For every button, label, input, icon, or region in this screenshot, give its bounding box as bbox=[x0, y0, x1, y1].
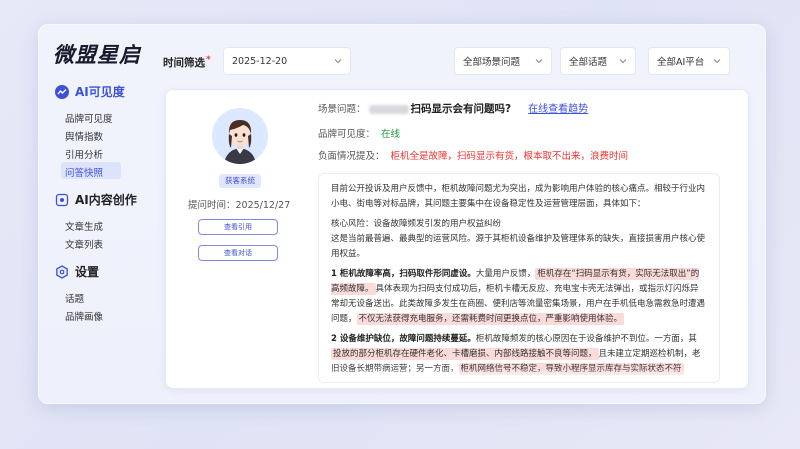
settings-icon bbox=[55, 264, 69, 279]
topic-select[interactable]: 全部话题 bbox=[560, 47, 636, 75]
point-text: 柜机故障频发的核心原因在于设备维护不到位。一方面，其 bbox=[475, 334, 697, 344]
date-picker[interactable]: 2025-12-20 bbox=[223, 47, 351, 75]
trend-icon bbox=[55, 84, 69, 99]
sidebar-section-settings[interactable]: 设置 bbox=[55, 263, 155, 280]
scene-question-text: 扫码显示会有问题吗? bbox=[410, 103, 512, 115]
brand-visibility-label: 品牌可见度： bbox=[318, 129, 376, 140]
report-core-risk: 核心风险：设备故障频发引发的用户权益纠纷 这是当前最普遍、最典型的运营风险。源于… bbox=[331, 217, 707, 262]
sidebar-item-sentiment-index[interactable]: 舆情指数 bbox=[61, 126, 155, 143]
scene-question-label: 场景问题： bbox=[318, 104, 366, 115]
report-intro: 目前公开投诉及用户反馈中，柜机故障问题尤为突出，成为影响用户体验的核心痛点。相较… bbox=[331, 184, 706, 209]
avatar bbox=[212, 108, 268, 164]
sidebar-item-topics[interactable]: 话题 bbox=[61, 288, 155, 305]
view-trend-link[interactable]: 在线查看趋势 bbox=[528, 104, 588, 115]
negative-mention-row: 负面情况提及： 柜机全是故障，扫码显示有货，根本取不出来，浪费时间 bbox=[318, 148, 628, 162]
platform-value: 全部AI平台 bbox=[657, 57, 705, 68]
point-text: 大量用户反馈， bbox=[475, 269, 536, 279]
app-logo: 微盟星启 bbox=[53, 43, 141, 67]
view-dialog-button[interactable]: 查看对话 bbox=[198, 245, 278, 261]
ai-create-icon bbox=[55, 193, 69, 207]
time-filter-label: 时间筛选* bbox=[163, 55, 211, 69]
point-title: 2 设备维护缺位，故障问题持续蔓延。 bbox=[331, 334, 476, 344]
platform-select[interactable]: 全部AI平台 bbox=[648, 47, 730, 75]
brand-visibility-value: 在线 bbox=[381, 129, 401, 140]
core-risk-body: 这是当前最普遍、最典型的运营风险。源于其柜机设备维护及管理体系的缺失，直接损害用… bbox=[331, 234, 706, 259]
scene-question-row: 场景问题： 扫码显示会有问题吗? 在线查看趋势 bbox=[318, 100, 588, 116]
report-point-1: 1 柜机故障率高，扫码取件形同虚设。大量用户反馈， 柜机存在“扫码显示有货，实际无… bbox=[331, 267, 707, 327]
chevron-down-icon bbox=[334, 59, 342, 64]
answer-report: 目前公开投诉及用户反馈中，柜机故障问题尤为突出，成为影响用户体验的核心痛点。相较… bbox=[318, 173, 720, 383]
core-risk-title: 核心风险：设备故障频发引发的用户权益纠纷 bbox=[331, 219, 502, 229]
scene-select[interactable]: 全部场景问题 bbox=[454, 47, 552, 75]
sidebar-item-brand-visibility[interactable]: 品牌可见度 bbox=[61, 108, 155, 125]
app-window: 微盟星启 AI可见度 品牌可见度 舆情指数 引用分析 问答快照 AI内容创作 文… bbox=[38, 24, 766, 404]
view-citation-button[interactable]: 查看引用 bbox=[198, 219, 278, 235]
sidebar-section-label: AI可见度 bbox=[75, 85, 125, 99]
sidebar-item-citation-analysis[interactable]: 引用分析 bbox=[61, 144, 155, 161]
negative-mention-value: 柜机全是故障，扫码显示有货，根本取不出来，浪费时间 bbox=[390, 151, 629, 162]
filter-bar: 时间筛选* 2025-12-20 全部场景问题 全部话题 全部AI平台 bbox=[161, 47, 755, 75]
chevron-down-icon bbox=[535, 59, 543, 64]
sidebar-section-ai-content[interactable]: AI内容创作 bbox=[55, 191, 155, 208]
sidebar-section-label: AI内容创作 bbox=[75, 193, 137, 207]
chevron-down-icon bbox=[713, 59, 721, 64]
highlight-text: 投放的部分柜机存在硬件老化、卡槽磨损、内部线路接触不良等问题， bbox=[331, 348, 599, 360]
point-title: 1 柜机故障率高，扫码取件形同虚设。 bbox=[331, 269, 476, 279]
highlight-text: 不仅无法获得充电服务，还需耗费时间更换点位，严重影响使用体验。 bbox=[356, 313, 625, 325]
brand-visibility-row: 品牌可见度： 在线 bbox=[318, 126, 400, 140]
source-badge: 获客系统 bbox=[219, 174, 261, 188]
qa-snapshot-card: 获客系统 提问时间：2025/12/27 查看引用 查看对话 场景问题： 扫码显… bbox=[165, 89, 749, 389]
sidebar-item-qa-snapshot[interactable]: 问答快照 bbox=[61, 162, 121, 179]
scroll-fade bbox=[319, 368, 719, 382]
chevron-down-icon bbox=[619, 59, 627, 64]
sidebar: AI可见度 品牌可见度 舆情指数 引用分析 问答快照 AI内容创作 文章生成 文… bbox=[55, 83, 155, 335]
negative-mention-label: 负面情况提及： bbox=[318, 151, 385, 162]
scene-value: 全部场景问题 bbox=[463, 57, 521, 68]
topic-value: 全部话题 bbox=[569, 57, 608, 68]
sidebar-section-label: 设置 bbox=[75, 265, 100, 279]
sidebar-section-ai-visibility[interactable]: AI可见度 bbox=[55, 83, 155, 100]
sidebar-item-article-list[interactable]: 文章列表 bbox=[61, 234, 155, 251]
sidebar-item-brand-persona[interactable]: 品牌画像 bbox=[61, 306, 155, 323]
ask-time: 提问时间：2025/12/27 bbox=[188, 200, 291, 211]
redacted-text bbox=[368, 105, 409, 114]
date-value: 2025-12-20 bbox=[232, 55, 288, 67]
sidebar-item-article-generate[interactable]: 文章生成 bbox=[61, 216, 155, 233]
